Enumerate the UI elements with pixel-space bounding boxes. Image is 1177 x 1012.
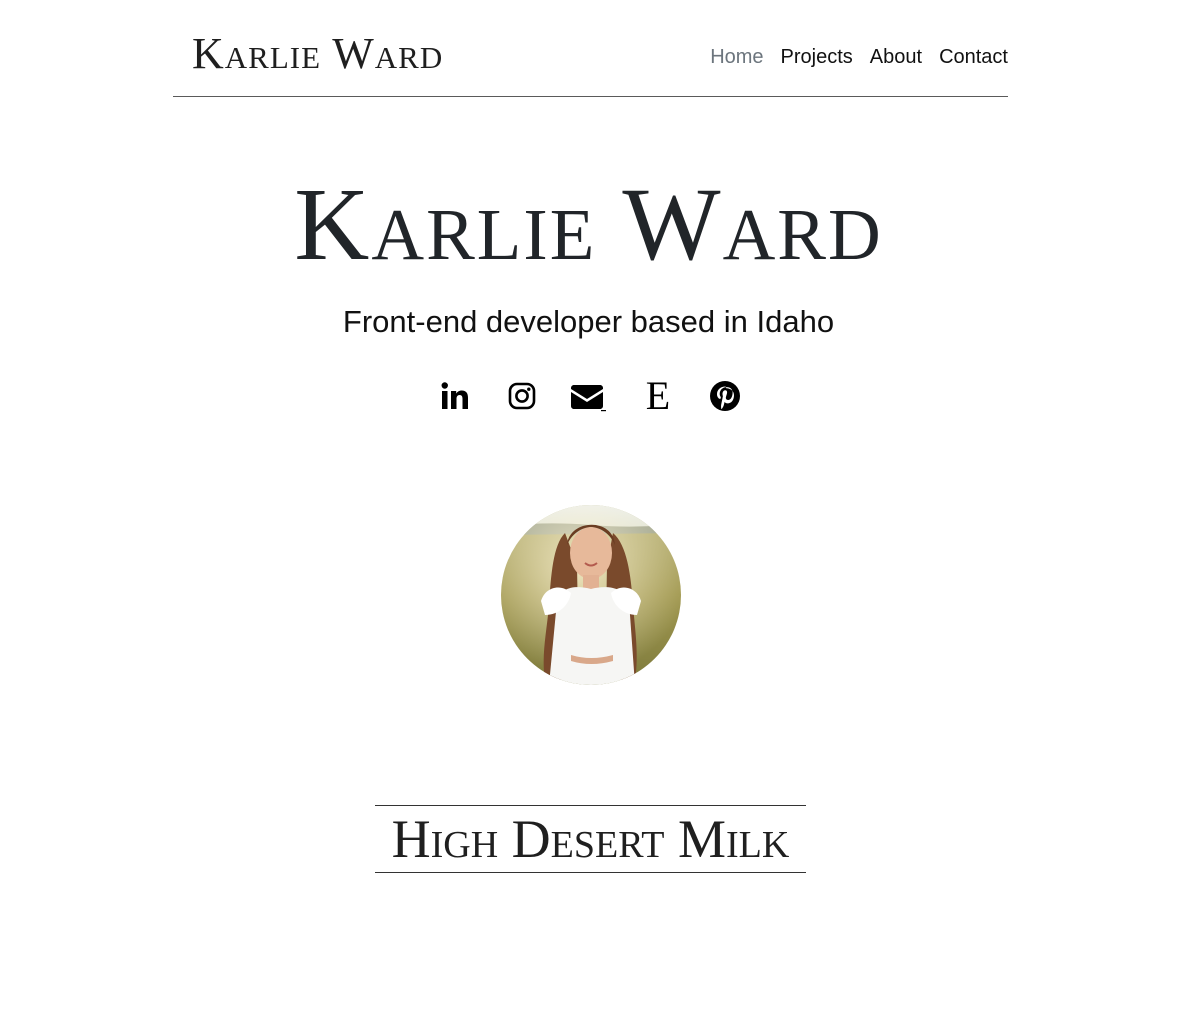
linkedin-link[interactable] xyxy=(435,373,475,419)
email-icon xyxy=(571,385,606,412)
nav-projects-link[interactable]: Projects xyxy=(781,45,853,69)
profile-photo xyxy=(501,505,681,685)
email-link[interactable] xyxy=(570,373,610,419)
project-title: High Desert Milk xyxy=(375,805,806,873)
site-brand[interactable]: Karlie Ward xyxy=(192,31,443,77)
nav-home-link[interactable]: Home xyxy=(710,45,763,69)
nav-about-link[interactable]: About xyxy=(870,45,922,69)
nav-contact-link[interactable]: Contact xyxy=(939,45,1008,69)
avatar xyxy=(501,505,681,685)
hero-tagline: Front-end developer based in Idaho xyxy=(342,304,835,339)
instagram-icon xyxy=(508,382,536,410)
main-nav: Home Projects About Contact xyxy=(710,45,1008,69)
social-links: E xyxy=(435,373,745,419)
hero-title: Karlie Ward xyxy=(294,167,883,282)
instagram-link[interactable] xyxy=(502,373,542,419)
pinterest-icon xyxy=(710,381,740,411)
linkedin-icon xyxy=(441,382,468,409)
site-header: Karlie Ward Home Projects About Contact xyxy=(173,0,1008,97)
etsy-link[interactable]: E xyxy=(638,373,678,419)
etsy-icon: E xyxy=(645,373,671,418)
pinterest-link[interactable] xyxy=(705,373,745,419)
